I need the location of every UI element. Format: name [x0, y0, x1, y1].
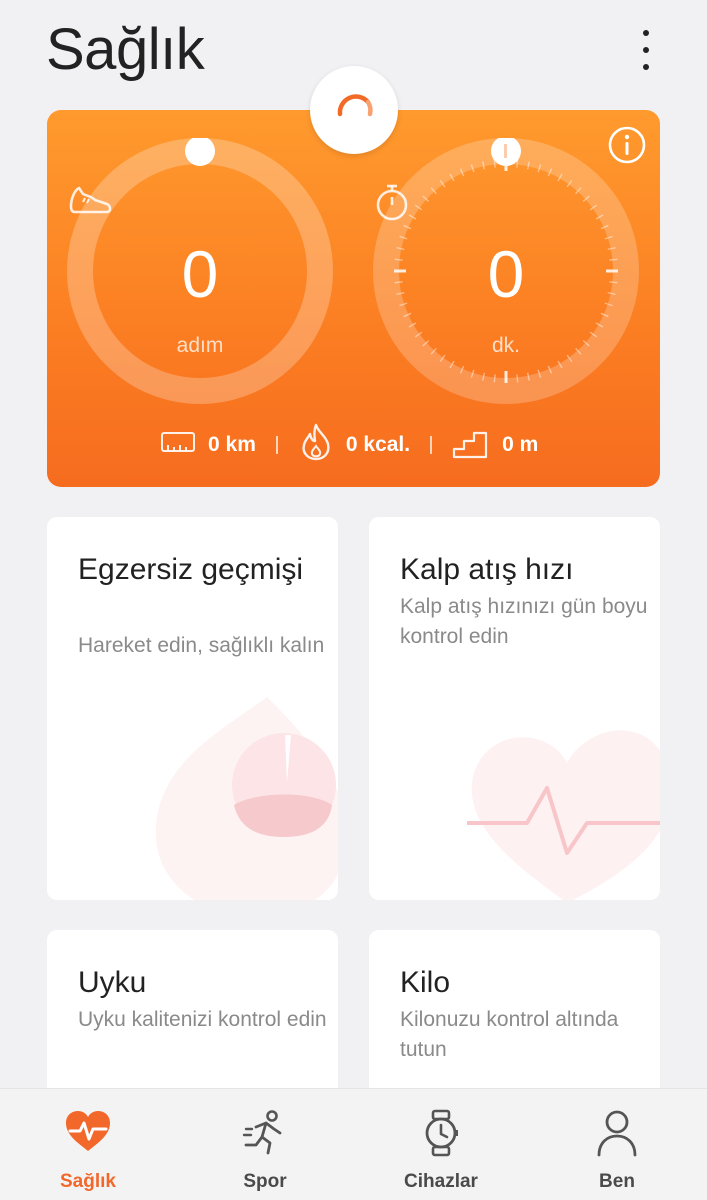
- watch-icon: [371, 1109, 511, 1157]
- calories-stat: 0 kcal.: [298, 422, 410, 468]
- elevation-stat: 0 m: [452, 425, 538, 465]
- stat-divider: [275, 436, 278, 454]
- heart-art: [467, 713, 660, 900]
- distance-stat: 0 km: [160, 431, 256, 459]
- heart-rate-card[interactable]: Kalp atış hızı Kalp atış hızınızı gün bo…: [369, 517, 660, 900]
- stat-divider: [430, 436, 433, 454]
- nav-item-health[interactable]: Sağlık: [18, 1089, 158, 1200]
- card-title: Egzersiz geçmişi: [78, 553, 304, 586]
- duration-ring[interactable]: 0 dk.: [373, 138, 639, 404]
- nav-item-me[interactable]: Ben: [547, 1089, 687, 1200]
- card-title: Kilo: [400, 966, 451, 999]
- ruler-icon: [160, 431, 196, 459]
- nav-label: Sağlık: [60, 1171, 116, 1192]
- nav-label: Ben: [599, 1171, 635, 1192]
- bottom-navigation: Sağlık Spor Cihazlar Ben: [0, 1088, 707, 1200]
- page-title: Sağlık: [46, 17, 205, 82]
- person-icon: [547, 1109, 687, 1157]
- card-description: Kalp atış hızınızı gün boyu kontrol edin: [400, 595, 648, 648]
- sync-spinner-icon: [330, 84, 378, 137]
- sync-button[interactable]: [310, 66, 398, 154]
- card-description: Hareket edin, sağlıklı kalın: [78, 634, 325, 657]
- flame-icon: [298, 422, 334, 468]
- calories-value: 0 kcal.: [345, 433, 411, 456]
- card-description: Uyku kalitenizi kontrol edin: [78, 1008, 327, 1031]
- nav-label: Cihazlar: [404, 1171, 478, 1192]
- ring-tick: [516, 374, 519, 383]
- stairs-icon: [452, 425, 490, 465]
- heart-pulse-icon: [18, 1109, 158, 1153]
- running-icon: [195, 1109, 335, 1157]
- ring-tick: [493, 374, 496, 383]
- card-title: Kalp atış hızı: [400, 553, 574, 586]
- activity-summary-card[interactable]: 0 adım 0 dk. 0 km 0 kcal. 0 m: [47, 110, 660, 487]
- nav-item-sport[interactable]: Spor: [195, 1089, 335, 1200]
- more-options-icon[interactable]: [630, 26, 662, 74]
- elevation-value: 0 m: [502, 433, 539, 456]
- nav-item-devices[interactable]: Cihazlar: [371, 1089, 511, 1200]
- card-description: Kilonuzu kontrol altında tutun: [400, 1008, 619, 1061]
- card-title: Uyku: [78, 966, 147, 999]
- steps-unit: adım: [176, 334, 224, 357]
- steps-value: 0: [181, 237, 219, 311]
- duration-unit: dk.: [491, 334, 520, 357]
- duration-value: 0: [487, 237, 525, 311]
- steps-ring[interactable]: 0 adım: [67, 138, 333, 404]
- exercise-art: [147, 687, 338, 900]
- summary-stats: 0 km 0 kcal. 0 m: [160, 422, 538, 468]
- distance-value: 0 km: [208, 433, 256, 456]
- exercise-history-card[interactable]: Egzersiz geçmişi Hareket edin, sağlıklı …: [47, 517, 338, 900]
- nav-label: Spor: [243, 1171, 287, 1192]
- info-icon[interactable]: [606, 124, 648, 166]
